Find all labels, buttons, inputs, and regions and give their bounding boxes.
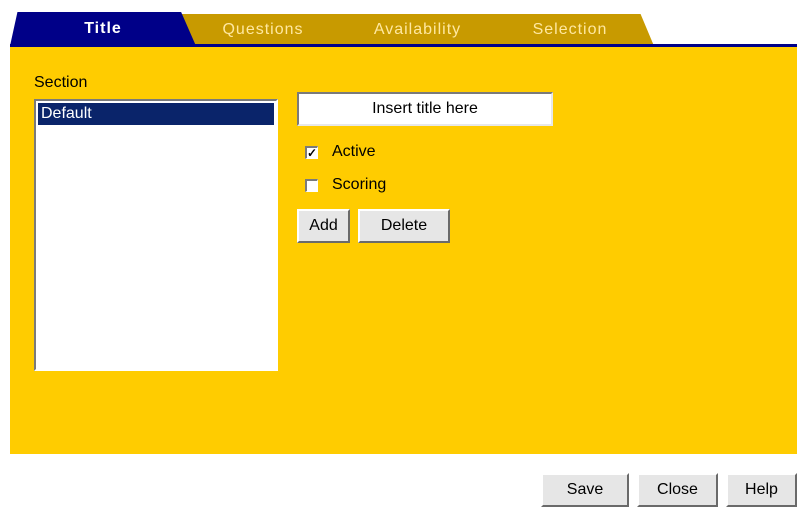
- section-list-item-default[interactable]: Default: [38, 103, 274, 125]
- delete-button[interactable]: Delete: [358, 209, 450, 243]
- save-button[interactable]: Save: [541, 473, 629, 507]
- close-button[interactable]: Close: [637, 473, 718, 507]
- active-checkbox[interactable]: ✓: [305, 145, 318, 159]
- tab-bar: Title Questions Availability Selection: [0, 0, 797, 48]
- tab-title[interactable]: Title: [10, 12, 196, 46]
- section-listbox[interactable]: Default: [34, 99, 278, 371]
- scoring-checkbox-row: Scoring: [305, 176, 386, 194]
- scoring-checkbox[interactable]: [305, 178, 318, 192]
- tab-availability[interactable]: Availability: [330, 14, 505, 46]
- title-tab-panel: Section Default ✓ Active Scoring Add Del…: [10, 44, 797, 454]
- title-input[interactable]: [297, 92, 553, 126]
- add-button[interactable]: Add: [297, 209, 350, 243]
- active-checkbox-label: Active: [332, 143, 376, 160]
- scoring-checkbox-label: Scoring: [332, 176, 387, 193]
- help-button[interactable]: Help: [726, 473, 797, 507]
- section-label: Section: [34, 74, 88, 91]
- active-checkbox-row: ✓ Active: [305, 143, 376, 161]
- tab-selection[interactable]: Selection: [486, 14, 654, 46]
- tab-questions[interactable]: Questions: [178, 14, 348, 46]
